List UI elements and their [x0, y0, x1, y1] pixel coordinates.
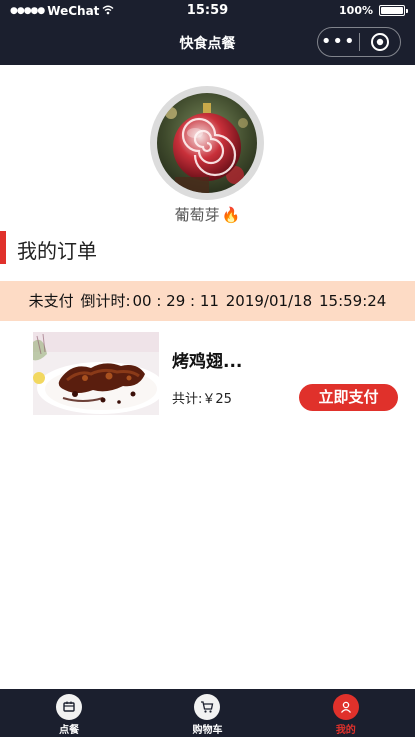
tab-label: 我的 [335, 725, 356, 736]
battery-fill [381, 7, 403, 14]
order-status-bar: 未支付 倒计时: 00 : 29 : 11 2019/01/18 15:59:24 [0, 281, 415, 321]
tab-label: 购物车 [192, 725, 223, 736]
user-icon [332, 694, 359, 720]
order-total: 共计:￥25 [172, 388, 232, 407]
order-date: 2019/01/18 [225, 292, 313, 310]
chicken-wings-image [33, 332, 159, 415]
section-title: 我的订单 [17, 239, 97, 263]
total-amount: ￥25 [202, 392, 232, 407]
close-button[interactable] [359, 32, 400, 52]
countdown-label: 倒计时: [80, 292, 131, 310]
target-icon [370, 33, 389, 51]
item-name: 烤鸡翅... [172, 352, 243, 372]
avatar[interactable] [157, 93, 257, 193]
countdown-timer: 00 : 29 : 11 [132, 292, 219, 310]
orders-section-header: 我的订单 [0, 230, 415, 265]
top-bar: ●●●●● WeChat 15:59 100% 快食点餐 ••• [0, 0, 415, 65]
user-nickname: 葡萄芽 🔥 [0, 204, 415, 225]
total-label: 共计: [172, 392, 203, 407]
battery-percent: 100% [339, 4, 373, 17]
avatar-frame [150, 86, 264, 200]
cart-icon [194, 694, 221, 720]
section-accent-bar [0, 231, 6, 264]
menu-icon [56, 694, 83, 720]
more-button[interactable]: ••• [318, 28, 359, 56]
pay-now-button[interactable]: 立即支付 [299, 384, 398, 411]
ornament-image [157, 93, 257, 193]
order-item[interactable]: 烤鸡翅... 共计:￥25 立即支付 [0, 330, 415, 415]
tab-bar: 点餐 购物车 我的 [0, 689, 415, 737]
food-image [33, 332, 159, 415]
fire-icon: 🔥 [221, 206, 241, 224]
order-time: 15:59:24 [318, 292, 387, 310]
mini-program-capsule: ••• [317, 27, 401, 57]
tab-label: 点餐 [59, 725, 80, 736]
battery-icon [379, 5, 408, 16]
tab-cart[interactable]: 购物车 [138, 689, 276, 737]
tab-order[interactable]: 点餐 [0, 689, 138, 737]
nickname-text: 葡萄芽 [174, 206, 220, 224]
tab-mine[interactable]: 我的 [277, 689, 415, 737]
status-right: 100% [339, 4, 408, 17]
payment-status: 未支付 [28, 292, 74, 310]
